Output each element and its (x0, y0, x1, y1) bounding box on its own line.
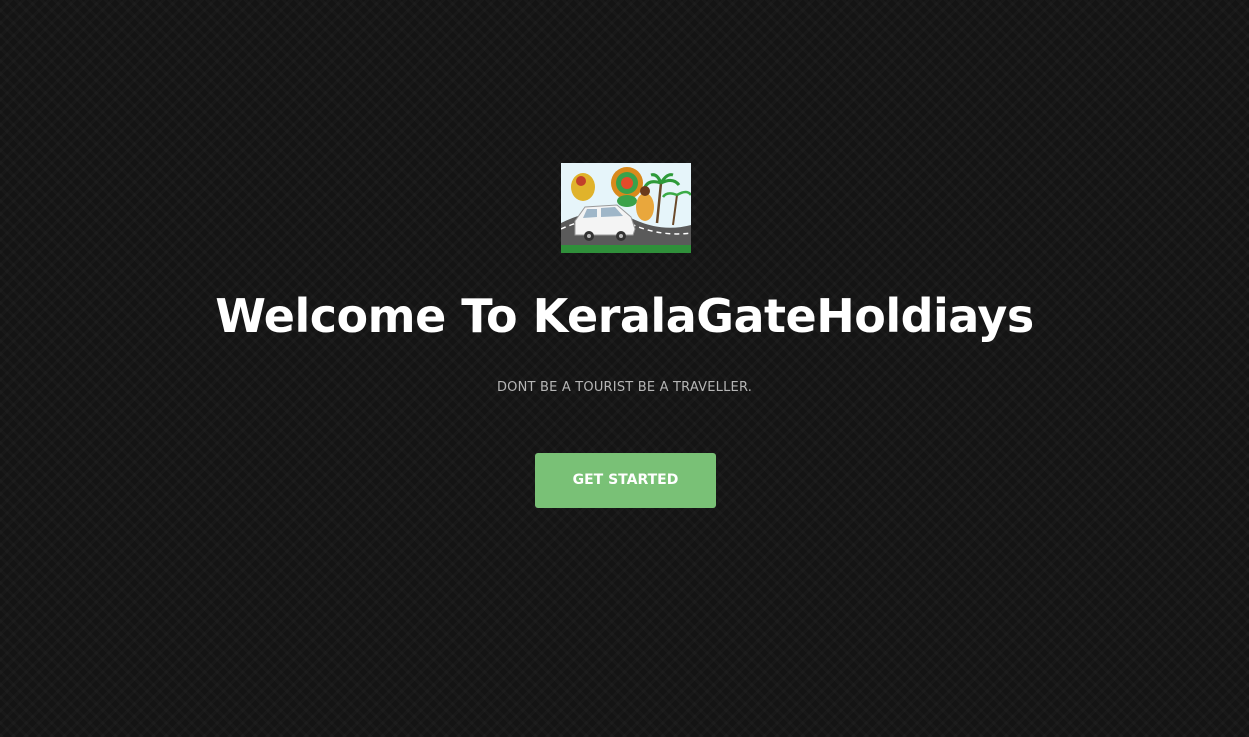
get-started-button[interactable]: GET STARTED (535, 453, 716, 508)
logo-image (561, 163, 691, 253)
site-logo[interactable] (561, 163, 691, 253)
page-title: Welcome To KeralaGateHoldiays (215, 289, 1034, 343)
hero-section: Welcome To KeralaGateHoldiays DONT BE A … (0, 0, 1249, 737)
tagline: DONT BE A TOURIST BE A TRAVELLER. (496, 380, 753, 395)
